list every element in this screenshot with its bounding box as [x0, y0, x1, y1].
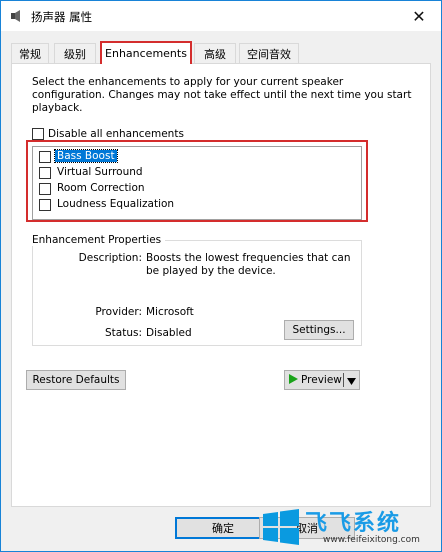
ok-button[interactable]: 确定 [175, 517, 271, 539]
status-label: Status: [105, 327, 142, 339]
virtual-surround-checkbox[interactable] [39, 167, 51, 179]
enhancement-properties-title: Enhancement Properties [32, 234, 166, 246]
status-value: Disabled [146, 327, 192, 339]
bass-boost-label: Bass Boost [54, 149, 118, 163]
disable-all-label: Disable all enhancements [48, 128, 184, 140]
description-value: Boosts the lowest frequencies that can b… [146, 252, 351, 277]
chevron-down-icon[interactable] [347, 376, 356, 388]
tab-strip: 常规 级别 Enhancements 高级 空间音效 [11, 41, 431, 64]
window-title: 扬声器 属性 [31, 10, 93, 24]
watermark-brand: 飞飞系统 [305, 511, 402, 536]
tab-general[interactable]: 常规 [11, 43, 49, 63]
bass-boost-checkbox[interactable] [39, 151, 51, 163]
provider-label: Provider: [95, 306, 142, 318]
play-icon [289, 373, 298, 387]
close-button[interactable]: ✕ [397, 1, 441, 31]
loudness-equalization-label[interactable]: Loudness Equalization [57, 198, 174, 211]
restore-defaults-button[interactable]: Restore Defaults [26, 370, 126, 390]
enhancements-description: Select the enhancements to apply for you… [32, 76, 412, 114]
speaker-icon [10, 9, 23, 23]
watermark-url: www.feifeixitong.com [323, 535, 420, 545]
room-correction-checkbox[interactable] [39, 183, 51, 195]
provider-value: Microsoft [146, 306, 194, 318]
tab-advanced[interactable]: 高级 [194, 43, 236, 63]
disable-all-checkbox[interactable] [32, 128, 44, 140]
enhancements-list: Bass Boost Virtual Surround Room Correct… [32, 146, 362, 220]
preview-button[interactable]: Preview [284, 370, 360, 390]
tab-enhancements[interactable]: Enhancements [100, 41, 192, 64]
watermark: 飞飞系统 www.feifeixitong.com [261, 503, 441, 551]
loudness-equalization-checkbox[interactable] [39, 199, 51, 211]
title-bar: 扬声器 属性 ✕ [1, 1, 441, 31]
bass-boost-item[interactable]: Bass Boost [54, 149, 118, 163]
virtual-surround-label[interactable]: Virtual Surround [57, 166, 143, 179]
room-correction-label[interactable]: Room Correction [57, 182, 145, 195]
enhancements-panel: Select the enhancements to apply for you… [11, 63, 431, 507]
preview-divider [343, 373, 344, 387]
tab-levels[interactable]: 级别 [54, 43, 96, 63]
tab-spatial-sound[interactable]: 空间音效 [239, 43, 299, 63]
settings-button[interactable]: Settings... [284, 320, 354, 340]
preview-label: Preview [301, 374, 342, 386]
windows-logo-icon [263, 509, 299, 545]
description-label: Description: [78, 252, 142, 264]
close-icon: ✕ [412, 6, 426, 26]
speaker-properties-window: 扬声器 属性 ✕ 常规 级别 Enhancements 高级 空间音效 Sele… [0, 0, 442, 552]
